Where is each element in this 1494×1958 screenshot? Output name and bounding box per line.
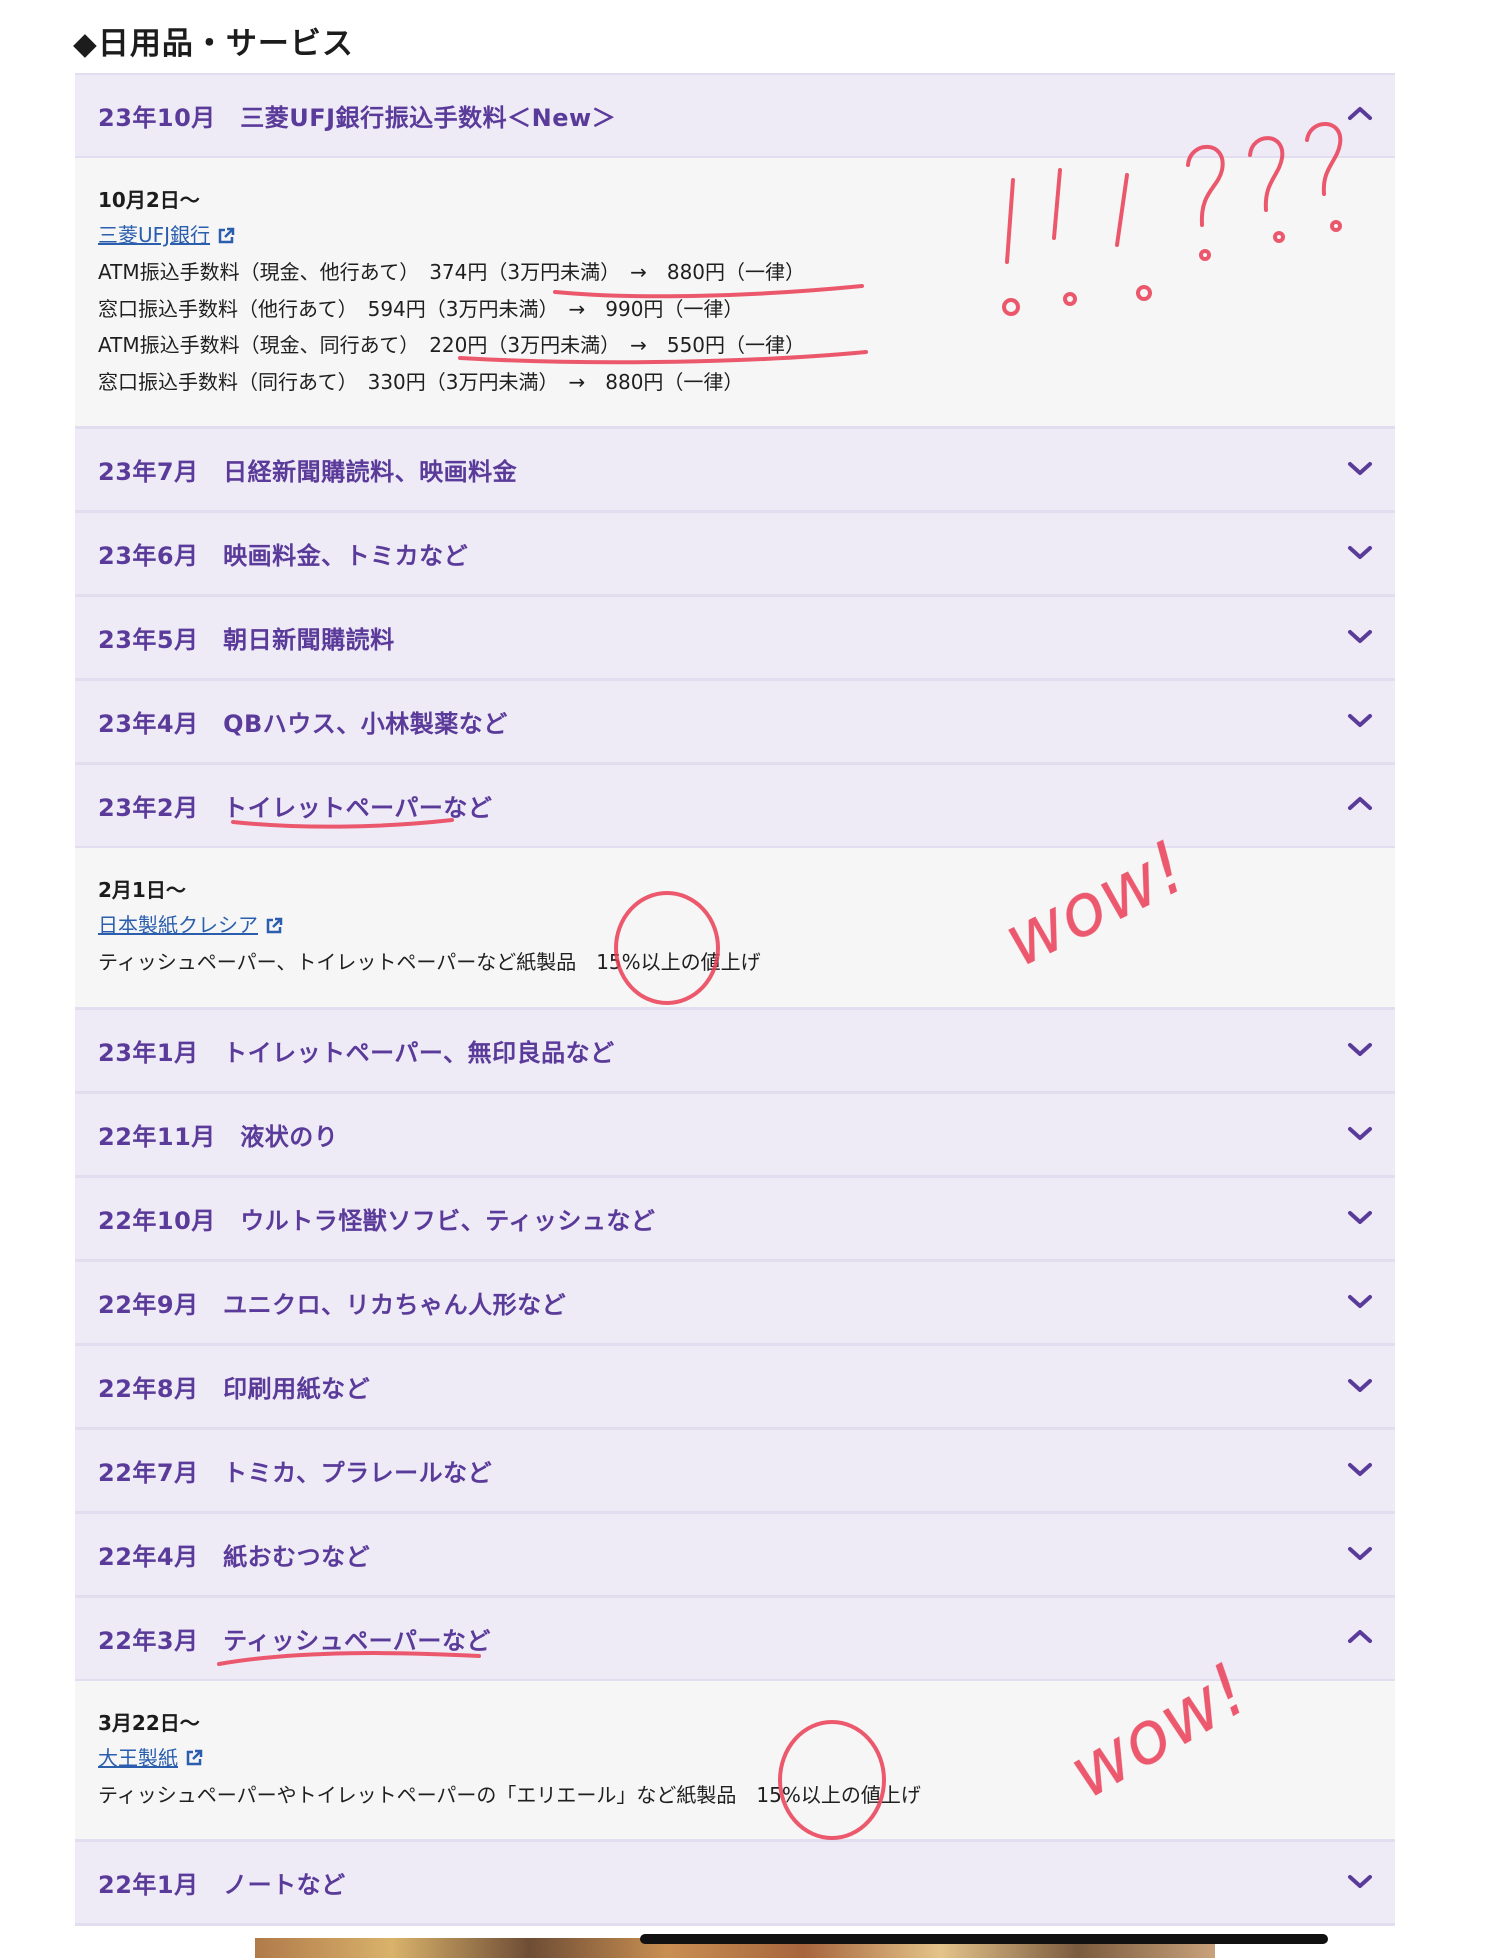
- accordion-header[interactable]: 22年1月 ノートなど: [75, 1842, 1395, 1923]
- chevron-down-icon: [1348, 1126, 1372, 1140]
- company-link[interactable]: 日本製紙クレシア: [98, 907, 284, 944]
- chevron-down-icon: [1348, 1546, 1372, 1560]
- accordion-title: 23年10月 三菱UFJ銀行振込手数料＜New＞: [98, 104, 617, 132]
- chevron-down-icon: [1348, 1462, 1372, 1476]
- accordion-header[interactable]: 22年4月 紙おむつなど: [75, 1513, 1395, 1595]
- external-link-icon: [186, 1749, 203, 1766]
- chevron-down-icon: [1348, 1875, 1372, 1888]
- company-link[interactable]: 三菱UFJ銀行: [98, 217, 236, 254]
- accordion-item: 22年7月 トミカ、プラレールなど: [75, 1429, 1395, 1514]
- effective-date: 3月22日〜: [98, 1710, 200, 1735]
- accordion-header[interactable]: 23年2月 トイレットペーパーなど: [75, 765, 1395, 846]
- chevron-down-icon: [1348, 1042, 1372, 1056]
- accordion-title: 23年1月 トイレットペーパー、無印良品など: [98, 1038, 615, 1067]
- accordion-item: 23年1月 トイレットペーパー、無印良品など: [75, 1009, 1395, 1094]
- accordion-header[interactable]: 23年1月 トイレットペーパー、無印良品など: [75, 1009, 1395, 1091]
- accordion-title: 22年9月 ユニクロ、リカちゃん人形など: [98, 1290, 567, 1319]
- accordion-title: 23年7月 日経新聞購読料、映画料金: [98, 458, 518, 486]
- chevron-up-icon: [1348, 797, 1372, 810]
- accordion-item: 22年4月 紙おむつなど: [75, 1513, 1395, 1598]
- company-link-label: 日本製紙クレシア: [98, 913, 258, 937]
- accordion-item: 23年2月 トイレットペーパーなど 2月1日〜日本製紙クレシアティッシュペーパー…: [75, 765, 1395, 1010]
- accordion-title: 22年8月 印刷用紙など: [98, 1374, 371, 1403]
- detail-line: 窓口振込手数料（同行あて） 330円（3万円未満） → 880円（一律）: [98, 369, 744, 394]
- detail-line: ATM振込手数料（現金、他行あて） 374円（3万円未満） → 880円（一律）: [98, 260, 806, 284]
- detail-line: ティッシュペーパーやトイレットペーパーの「エリエール」など紙製品 15%以上の値…: [98, 1782, 921, 1807]
- accordion-item: 22年3月 ティッシュペーパーなど 3月22日〜 大王製紙ティッシュペーパーやトイ…: [75, 1597, 1395, 1842]
- chevron-up-icon: [1348, 107, 1372, 120]
- accordion-header[interactable]: 22年7月 トミカ、プラレールなど: [75, 1429, 1395, 1511]
- accordion-header[interactable]: 22年8月 印刷用紙など: [75, 1345, 1395, 1427]
- detail-line: ATM振込手数料（現金、同行あて） 220円（3万円未満） → 550円（一律）: [98, 333, 806, 357]
- chevron-down-icon: [1348, 1294, 1372, 1308]
- company-link-label: 大王製紙: [98, 1745, 178, 1770]
- accordion-header[interactable]: 22年3月 ティッシュペーパーなど: [75, 1597, 1395, 1679]
- accordion-header[interactable]: 22年11月 液状のり: [75, 1093, 1395, 1175]
- accordion-title: 22年4月 紙おむつなど: [98, 1542, 371, 1571]
- accordion-header[interactable]: 22年10月 ウルトラ怪獣ソフビ、ティッシュなど: [75, 1177, 1395, 1259]
- accordion-header[interactable]: 23年7月 日経新聞購読料、映画料金: [75, 429, 1395, 510]
- accordion-item: 22年11月 液状のり: [75, 1093, 1395, 1178]
- effective-date: 10月2日〜: [98, 188, 200, 212]
- accordion-title: 23年4月 QBハウス、小林製薬など: [98, 710, 508, 738]
- page-title: ◆日用品・サービス: [73, 26, 354, 62]
- chevron-down-icon: [1348, 546, 1372, 559]
- external-link-icon: [218, 227, 235, 243]
- accordion-item: 23年10月 三菱UFJ銀行振込手数料＜New＞ 10月2日〜 三菱UFJ銀行 AT…: [75, 73, 1395, 429]
- accordion-title: 23年5月 朝日新聞購読料: [98, 626, 395, 654]
- chevron-up-icon: [1348, 1629, 1372, 1643]
- detail-line: ティッシュペーパー、トイレットペーパーなど紙製品 15%以上の値上げ: [98, 950, 761, 974]
- chevron-down-icon: [1348, 630, 1372, 643]
- accordion-item: 23年6月 映画料金、トミカなど: [75, 513, 1395, 597]
- accordion-body: 3月22日〜 大王製紙ティッシュペーパーやトイレットペーパーの「エリエール」など紙…: [75, 1678, 1395, 1839]
- accordion-item: 23年5月 朝日新聞購読料: [75, 597, 1395, 681]
- accordion-item: 23年7月 日経新聞購読料、映画料金: [75, 429, 1395, 513]
- accordion-item: 23年4月 QBハウス、小林製薬など: [75, 681, 1395, 765]
- accordion-item: 22年10月 ウルトラ怪獣ソフビ、ティッシュなど: [75, 1177, 1395, 1262]
- chevron-down-icon: [1348, 1378, 1372, 1392]
- accordion-item: 22年1月 ノートなど: [75, 1842, 1395, 1926]
- accordion-item: 22年9月 ユニクロ、リカちゃん人形など: [75, 1261, 1395, 1346]
- external-link-icon: [266, 917, 283, 933]
- price-increase-accordion: 23年10月 三菱UFJ銀行振込手数料＜New＞ 10月2日〜 三菱UFJ銀行 AT…: [75, 73, 1395, 1926]
- accordion-body: 10月2日〜 三菱UFJ銀行 ATM振込手数料（現金、他行あて） 374円（3万円未…: [75, 156, 1395, 426]
- accordion-title: 22年7月 トミカ、プラレールなど: [98, 1458, 493, 1487]
- home-indicator[interactable]: [640, 1934, 1328, 1944]
- chevron-down-icon: [1348, 714, 1372, 727]
- accordion-title: 22年11月 液状のり: [98, 1122, 339, 1151]
- accordion-header[interactable]: 23年10月 三菱UFJ銀行振込手数料＜New＞: [75, 75, 1395, 156]
- chevron-down-icon: [1348, 462, 1372, 475]
- chevron-down-icon: [1348, 1210, 1372, 1224]
- accordion-header[interactable]: 22年9月 ユニクロ、リカちゃん人形など: [75, 1261, 1395, 1343]
- detail-line: 窓口振込手数料（他行あて） 594円（3万円未満） → 990円（一律）: [98, 296, 744, 321]
- accordion-title: 23年6月 映画料金、トミカなど: [98, 542, 469, 570]
- accordion-title: 22年10月 ウルトラ怪獣ソフビ、ティッシュなど: [98, 1206, 656, 1235]
- accordion-header[interactable]: 23年6月 映画料金、トミカなど: [75, 513, 1395, 594]
- accordion-body: 2月1日〜日本製紙クレシアティッシュペーパー、トイレットペーパーなど紙製品 15…: [75, 846, 1395, 1007]
- accordion-header[interactable]: 23年5月 朝日新聞購読料: [75, 597, 1395, 678]
- accordion-title: 22年1月 ノートなど: [98, 1871, 346, 1899]
- effective-date: 2月1日〜: [98, 878, 186, 902]
- company-link[interactable]: 大王製紙: [98, 1740, 204, 1777]
- accordion-item: 22年8月 印刷用紙など: [75, 1345, 1395, 1430]
- accordion-header[interactable]: 23年4月 QBハウス、小林製薬など: [75, 681, 1395, 762]
- accordion-title: 22年3月 ティッシュペーパーなど: [98, 1626, 491, 1655]
- company-link-label: 三菱UFJ銀行: [98, 223, 211, 247]
- accordion-title: 23年2月 トイレットペーパーなど: [98, 794, 493, 822]
